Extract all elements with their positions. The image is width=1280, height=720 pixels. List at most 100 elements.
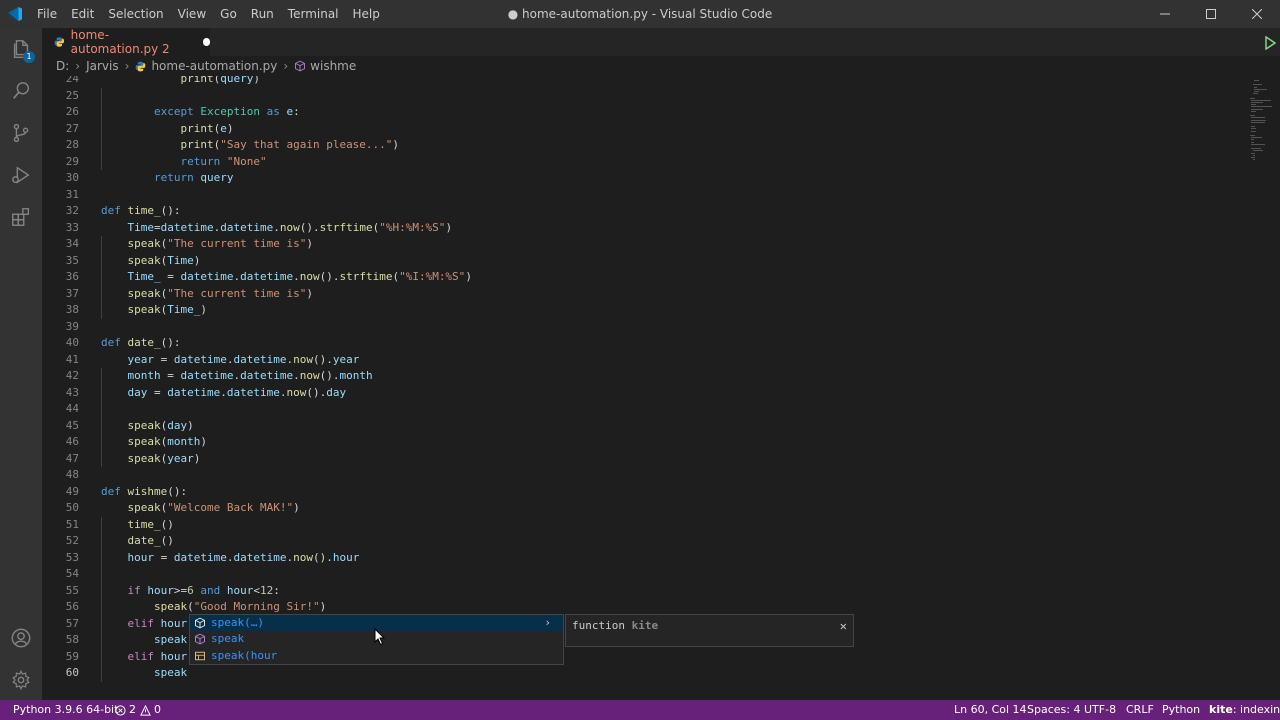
maximize-icon[interactable]	[1188, 0, 1234, 28]
search-icon[interactable]	[0, 70, 42, 112]
code-line[interactable]: speak("Good Morning Sir!")	[101, 599, 326, 615]
line-number: 31	[65, 187, 79, 201]
breadcrumb-drive[interactable]: D:	[56, 59, 69, 73]
minimap-line	[1251, 110, 1257, 112]
code-line[interactable]: hour = datetime.datetime.now().hour	[101, 550, 360, 566]
suggestion-label: speak(hour	[211, 649, 278, 662]
minimap[interactable]	[1248, 76, 1280, 700]
minimap-line	[1252, 154, 1255, 156]
account-icon[interactable]	[0, 617, 42, 659]
problems-indicator[interactable]: 2 0	[115, 700, 161, 720]
code-line[interactable]: day = datetime.datetime.now().day	[101, 385, 347, 401]
menu-edit[interactable]: Edit	[64, 0, 101, 28]
code-line[interactable]: date_()	[101, 533, 174, 549]
chevron-right-icon: ›	[75, 59, 81, 73]
line-number: 37	[65, 286, 79, 300]
unsaved-dot-icon[interactable]	[202, 38, 210, 46]
indentation[interactable]: Spaces: 4	[1027, 700, 1080, 720]
minimap-line	[1251, 121, 1265, 123]
minimap-line	[1251, 128, 1257, 130]
code-line[interactable]: def wishme():	[101, 484, 187, 500]
run-python-file-icon[interactable]	[1264, 35, 1277, 54]
error-icon	[115, 704, 126, 716]
menu-file[interactable]: File	[30, 0, 64, 28]
breadcrumb-file[interactable]: home-automation.py	[151, 59, 277, 73]
code-line[interactable]: speak(Time_)	[101, 302, 208, 318]
extensions-icon[interactable]	[0, 196, 42, 238]
source-control-icon[interactable]	[0, 112, 42, 154]
language-mode[interactable]: Python	[1162, 700, 1200, 720]
suggestion-details: function kite ✕	[565, 614, 854, 647]
minimap-line	[1251, 117, 1266, 119]
cursor-position[interactable]: Ln 60, Col 14	[954, 700, 1027, 720]
code-line[interactable]: speak("The current time is")	[101, 286, 313, 302]
line-number: 35	[65, 253, 79, 267]
gear-icon[interactable]	[0, 659, 42, 701]
kite-status[interactable]: kite: indexing	[1209, 700, 1280, 720]
chevron-right-icon[interactable]: ›	[544, 615, 551, 631]
code-line[interactable]: print(query)	[101, 76, 260, 87]
kite-status-text: : indexing	[1232, 703, 1280, 716]
code-line[interactable]: speak	[101, 632, 187, 648]
menu-run[interactable]: Run	[244, 0, 281, 28]
breadcrumb-symbol[interactable]: wishme	[310, 59, 356, 73]
minimap-line	[1254, 86, 1258, 88]
encoding[interactable]: UTF-8	[1084, 700, 1116, 720]
code-line[interactable]: Time=datetime.datetime.now().strftime("%…	[101, 220, 453, 236]
line-number: 49	[65, 484, 79, 498]
close-icon[interactable]: ✕	[840, 619, 847, 633]
code-line[interactable]: time_()	[101, 517, 174, 533]
method-cube-icon	[295, 60, 306, 72]
code-line[interactable]: return "None"	[101, 154, 266, 170]
code-line[interactable]: speak("The current time is")	[101, 236, 313, 252]
explorer-icon[interactable]: 1	[0, 28, 42, 70]
code-line[interactable]: def time_():	[101, 203, 181, 219]
code-line[interactable]: except Exception as e:	[101, 104, 300, 120]
code-line[interactable]: speak(month)	[101, 434, 208, 450]
window-controls	[1142, 0, 1280, 28]
details-kind: function	[572, 619, 625, 632]
code-line[interactable]: year = datetime.datetime.now().year	[101, 352, 360, 368]
line-number: 46	[65, 435, 79, 448]
code-line[interactable]: print("Say that again please...")	[101, 137, 399, 153]
minimap-line	[1251, 126, 1256, 128]
code-line[interactable]: speak("Welcome Back MAK!")	[101, 500, 300, 516]
code-line[interactable]: elif hour	[101, 649, 188, 665]
code-line[interactable]: speak	[101, 665, 187, 681]
menu-view[interactable]: View	[171, 0, 213, 28]
run-debug-icon[interactable]	[0, 154, 42, 196]
chevron-right-icon: ›	[124, 59, 130, 73]
code-line[interactable]: print(e)	[101, 121, 233, 137]
code-line[interactable]: speak(Time)	[101, 253, 201, 269]
code-line[interactable]: elif hour	[101, 616, 188, 632]
python-interpreter[interactable]: Python 3.9.6 64-bit	[13, 700, 118, 720]
code-line[interactable]: Time_ = datetime.datetime.now().strftime…	[101, 269, 472, 285]
indent-guide	[101, 236, 102, 319]
line-number: 59	[65, 649, 79, 663]
code-line[interactable]: month = datetime.datetime.now().month	[101, 368, 373, 384]
line-ending[interactable]: CRLF	[1126, 700, 1154, 720]
suggestion-label: speak(…)	[211, 616, 264, 629]
minimize-icon[interactable]	[1142, 0, 1188, 28]
code-line[interactable]: speak(year)	[101, 451, 201, 467]
status-bar: Python 3.9.6 64-bit 2 0 Ln 60, Col 14 Sp…	[0, 700, 1280, 720]
code-line[interactable]: speak(day)	[101, 418, 194, 434]
line-number: 53	[65, 550, 79, 564]
code-line[interactable]: def date_():	[101, 335, 181, 351]
tab-home-automation[interactable]: home-automation.py 2	[42, 28, 210, 56]
line-number: 57	[65, 616, 79, 630]
code-line[interactable]: if hour>=6 and hour<12:	[101, 583, 280, 599]
menu-help[interactable]: Help	[346, 0, 387, 28]
minimap-line	[1250, 135, 1256, 136]
code-line[interactable]: return query	[101, 170, 234, 186]
line-number: 48	[65, 468, 79, 481]
close-window-icon[interactable]	[1234, 0, 1280, 28]
minimap-line	[1251, 108, 1263, 110]
line-number: 44	[65, 402, 79, 415]
menu-selection[interactable]: Selection	[101, 0, 170, 28]
breadcrumb-folder[interactable]: Jarvis	[86, 59, 119, 73]
code-editor[interactable]: 24 25 26 27 28 29 30 31 32 33 34 35 36 37 38 39 40 41 42 43…	[42, 76, 1248, 700]
menu-go[interactable]: Go	[213, 0, 244, 28]
menu-terminal[interactable]: Terminal	[281, 0, 346, 28]
suggestion-item[interactable]: speak(hour	[190, 648, 563, 664]
